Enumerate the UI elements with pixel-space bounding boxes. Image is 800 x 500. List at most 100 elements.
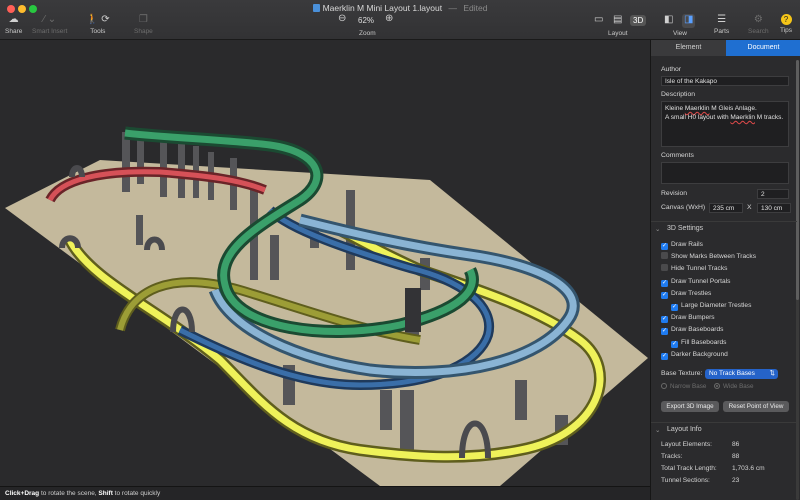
zoom-value: 62% bbox=[358, 16, 375, 25]
draw-tunnel-portals-checkbox[interactable]: ✓ Draw Tunnel Portals bbox=[661, 277, 730, 287]
chevron-down-icon: ⌄ bbox=[655, 226, 661, 233]
shape-icon: ❐ bbox=[138, 14, 148, 25]
checkbox-label: Draw Tunnel Portals bbox=[671, 277, 731, 285]
author-label: Author bbox=[661, 66, 682, 73]
edited-status: Edited bbox=[463, 3, 488, 13]
revision-field[interactable]: 2 bbox=[757, 189, 789, 199]
3d-viewport[interactable] bbox=[0, 40, 650, 486]
view-label: View bbox=[673, 30, 687, 37]
info-total-track-length: Total Track Length: 1,703.6 cm bbox=[661, 465, 765, 472]
checkbox-box[interactable]: ✓ bbox=[661, 243, 668, 250]
window-toolbar: Maerklin M Mini Layout 1.layout — Edited… bbox=[0, 0, 800, 40]
parts-list-icon: ☰ bbox=[717, 14, 727, 25]
zoom-out-button[interactable]: ⊖ bbox=[338, 13, 346, 27]
share-button[interactable]: ☁ Share bbox=[5, 14, 22, 35]
checkbox-label: Show Marks Between Tracks bbox=[671, 253, 757, 261]
show-marks-between-tracks-checkbox[interactable]: Show Marks Between Tracks bbox=[661, 252, 756, 262]
revision-label: Revision bbox=[661, 190, 688, 197]
draw-rails-checkbox[interactable]: ✓ Draw Rails bbox=[661, 240, 703, 250]
checkbox-label: Draw Baseboards bbox=[671, 326, 724, 334]
view-inspector-button[interactable]: ◨ bbox=[682, 14, 696, 28]
narrow-base-radio[interactable]: Narrow Base bbox=[661, 383, 706, 390]
description-line-1: Kleine Maerklin M Gleis Anlage. bbox=[665, 105, 757, 112]
tips-button[interactable]: ? Tips bbox=[780, 14, 792, 34]
layout-info-section[interactable]: ⌄ Layout Info bbox=[651, 422, 797, 436]
tab-document[interactable]: Document bbox=[726, 40, 800, 56]
checkbox-box[interactable]: ✓ bbox=[661, 316, 668, 324]
zoom-in-icon: ⊕ bbox=[385, 13, 394, 24]
hide-tunnel-tracks-checkbox[interactable]: Hide Tunnel Tracks bbox=[661, 264, 727, 274]
zoom-out-icon: ⊖ bbox=[338, 13, 347, 24]
search-button[interactable]: ⚙ Search bbox=[748, 14, 769, 35]
layout-split-button[interactable]: ▤ bbox=[613, 14, 622, 28]
checkbox-label: Fill Baseboards bbox=[681, 338, 727, 346]
checkbox-label: Large Diameter Trestles bbox=[681, 302, 752, 309]
info-tracks: Tracks: 88 bbox=[661, 453, 740, 460]
checkbox-label: Draw Rails bbox=[671, 241, 703, 248]
description-label: Description bbox=[661, 91, 695, 98]
search-icon: ⚙ bbox=[753, 14, 763, 25]
canvas-height-field[interactable]: 130 cm bbox=[757, 203, 791, 213]
wand-icon: ⁄ ⌄ bbox=[43, 14, 57, 25]
checkbox-box[interactable] bbox=[661, 252, 668, 260]
wide-base-radio[interactable]: Wide Base bbox=[714, 383, 753, 390]
checkbox-box[interactable]: ✓ bbox=[671, 340, 678, 348]
checkbox-box[interactable]: ✓ bbox=[661, 352, 668, 360]
checkbox-label: Darker Background bbox=[671, 350, 728, 358]
large-diameter-trestles-checkbox[interactable]: ✓ Large Diameter Trestles bbox=[671, 301, 751, 311]
view-sidebar-button[interactable]: ◧ bbox=[664, 14, 673, 28]
canvas-width-field[interactable]: 235 cm bbox=[709, 203, 743, 213]
canvas-size-label: Canvas (WxH) bbox=[661, 204, 706, 211]
checkbox-label: Hide Tunnel Tracks bbox=[671, 265, 728, 273]
canvas-x-label: X bbox=[747, 204, 752, 211]
layout-2d-button[interactable]: ▭ bbox=[594, 14, 603, 28]
shape-button[interactable]: ❐ Shape bbox=[134, 14, 153, 35]
darker-background-checkbox[interactable]: ✓ Darker Background bbox=[661, 350, 728, 360]
comments-field[interactable] bbox=[661, 162, 789, 184]
share-cloud-icon: ☁ bbox=[8, 14, 19, 25]
draw-bumpers-checkbox[interactable]: ✓ Draw Bumpers bbox=[661, 313, 715, 324]
base-texture-label: Base Texture: bbox=[661, 370, 703, 377]
3d-settings-section[interactable]: ⌄ 3D Settings bbox=[651, 221, 797, 235]
layout-label: Layout bbox=[608, 30, 628, 37]
checkbox-box[interactable]: ✓ bbox=[661, 279, 668, 287]
sidebar-left-icon: ◧ bbox=[664, 14, 674, 25]
walk-tool-icon: 🚶 ⟳ bbox=[86, 14, 110, 25]
info-layout-elements: Layout Elements: 86 bbox=[661, 441, 740, 448]
select-arrows-icon: ⇅ bbox=[769, 370, 775, 377]
inspector-panel: Element Document Author Isle of the Kaka… bbox=[650, 40, 800, 500]
checkbox-label: Draw Bumpers bbox=[671, 314, 715, 322]
document-icon bbox=[312, 4, 320, 12]
tips-icon: ? bbox=[780, 14, 792, 25]
export-3d-image-button[interactable]: Export 3D Image bbox=[661, 401, 719, 412]
parts-button[interactable]: ☰ Parts bbox=[714, 14, 729, 35]
window-title: Maerklin M Mini Layout 1.layout — Edited bbox=[0, 3, 800, 13]
draw-trestles-checkbox[interactable]: ✓ Draw Trestles bbox=[661, 289, 711, 299]
checkbox-box[interactable] bbox=[661, 264, 668, 272]
fill-baseboards-checkbox[interactable]: ✓ Fill Baseboards bbox=[671, 338, 726, 348]
zoom-in-button[interactable]: ⊕ bbox=[385, 13, 393, 27]
sidebar-right-icon: ◨ bbox=[684, 14, 694, 25]
checkbox-box[interactable]: ✓ bbox=[661, 328, 668, 336]
draw-baseboards-checkbox[interactable]: ✓ Draw Baseboards bbox=[661, 325, 724, 336]
checkbox-box[interactable]: ✓ bbox=[671, 304, 678, 311]
checkbox-label: Draw Trestles bbox=[671, 289, 712, 297]
info-tunnel-sections: Tunnel Sections: 23 bbox=[661, 477, 740, 484]
mode-3d-button[interactable]: 3D bbox=[630, 15, 647, 26]
reset-point-of-view-button[interactable]: Reset Point of View bbox=[723, 401, 789, 412]
tools-button[interactable]: 🚶 ⟳ Tools bbox=[86, 14, 110, 35]
base-texture-select[interactable]: No Track Bases ⇅ bbox=[705, 369, 778, 379]
checkbox-box[interactable]: ✓ bbox=[661, 291, 668, 299]
tab-element[interactable]: Element bbox=[651, 40, 726, 56]
status-bar: Click+Drag to rotate the scene, Shift to… bbox=[0, 486, 650, 500]
layout-3d-render[interactable] bbox=[0, 40, 650, 486]
tunnel-portal-block bbox=[405, 288, 421, 332]
zoom-label: Zoom bbox=[359, 30, 376, 37]
inspector-tabs: Element Document bbox=[651, 40, 800, 56]
comments-label: Comments bbox=[661, 152, 694, 159]
smart-insert-button[interactable]: ⁄ ⌄ Smart Insert bbox=[32, 14, 67, 35]
author-field[interactable]: Isle of the Kakapo bbox=[661, 76, 789, 86]
description-field[interactable]: Kleine Maerklin M Gleis Anlage. A small … bbox=[661, 101, 789, 147]
description-line-3: A small H0 layout with Maerklin M tracks… bbox=[665, 114, 784, 121]
layout-split-icon: ▤ bbox=[613, 14, 623, 25]
